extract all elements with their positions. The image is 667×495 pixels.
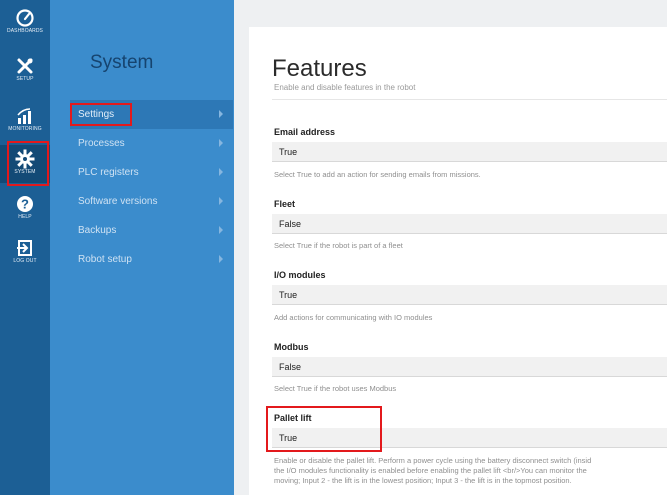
rail-label: HELP: [18, 214, 32, 220]
submenu-item-plc-registers[interactable]: PLC registers: [70, 158, 233, 187]
icon-rail: DASHBOARDS SETUP MONITORING SYSTEM ? HEL…: [0, 0, 50, 495]
chevron-right-icon: [219, 226, 223, 234]
submenu-item-label: Software versions: [78, 196, 158, 207]
highlight-box-pallet-lift: [266, 406, 382, 452]
signal-bars-icon: [17, 108, 31, 124]
rail-label: DASHBOARDS: [6, 28, 43, 34]
field-help-modbus: Select True if the robot uses Modbus: [274, 384, 397, 393]
logout-icon: [17, 240, 32, 256]
rail-item-logout[interactable]: LOG OUT: [0, 234, 50, 274]
divider: [272, 99, 667, 100]
field-help-pallet-lift-line: Enable or disable the pallet lift. Perfo…: [274, 456, 592, 465]
field-label-fleet: Fleet: [274, 199, 296, 209]
submenu-item-label: Backups: [78, 225, 117, 236]
rail-item-help[interactable]: ? HELP: [0, 190, 50, 230]
highlight-box-system: [7, 141, 49, 186]
submenu-title: System: [90, 52, 154, 73]
chevron-right-icon: [219, 110, 223, 118]
field-help-pallet-lift-line: moving; Input 2 - the lift is in the low…: [274, 476, 572, 485]
modbus-select[interactable]: False: [272, 357, 667, 377]
page-title: Features: [272, 55, 367, 82]
dashboard-gauge-icon: [16, 9, 34, 27]
chevron-right-icon: [219, 255, 223, 263]
io-modules-select[interactable]: True: [272, 285, 667, 305]
submenu-item-label: Robot setup: [78, 254, 132, 265]
chevron-right-icon: [219, 197, 223, 205]
email-select[interactable]: True: [272, 142, 667, 162]
field-label-email: Email address: [274, 127, 336, 137]
field-label-io-modules: I/O modules: [274, 270, 326, 280]
field-help-pallet-lift-line: the I/O modules functionality is enabled…: [274, 466, 587, 475]
rail-label: MONITORING: [8, 126, 42, 132]
submenu-item-label: PLC registers: [78, 167, 139, 178]
rail-item-setup[interactable]: SETUP: [0, 52, 50, 92]
svg-text:?: ?: [21, 197, 29, 212]
field-help-io-modules: Add actions for communicating with IO mo…: [274, 313, 433, 322]
rail-label: LOG OUT: [13, 258, 37, 264]
field-help-email: Select True to add an action for sending…: [274, 170, 481, 179]
rail-label: SETUP: [16, 76, 34, 82]
page-subtitle: Enable and disable features in the robot: [274, 83, 416, 92]
field-help-fleet: Select True if the robot is part of a fl…: [274, 241, 403, 250]
chevron-right-icon: [219, 139, 223, 147]
rail-item-monitoring[interactable]: MONITORING: [0, 102, 50, 142]
tools-icon: [17, 58, 33, 74]
submenu-item-label: Processes: [78, 138, 125, 149]
rail-item-dashboards[interactable]: DASHBOARDS: [0, 4, 50, 44]
fleet-select[interactable]: False: [272, 214, 667, 234]
chevron-right-icon: [219, 168, 223, 176]
submenu-item-processes[interactable]: Processes: [70, 129, 233, 158]
field-label-modbus: Modbus: [274, 342, 309, 352]
submenu-item-software-versions[interactable]: Software versions: [70, 187, 233, 216]
help-circle-icon: ?: [17, 196, 33, 212]
submenu-item-backups[interactable]: Backups: [70, 216, 233, 245]
submenu-item-robot-setup[interactable]: Robot setup: [70, 245, 233, 274]
highlight-box-settings: [70, 103, 132, 126]
